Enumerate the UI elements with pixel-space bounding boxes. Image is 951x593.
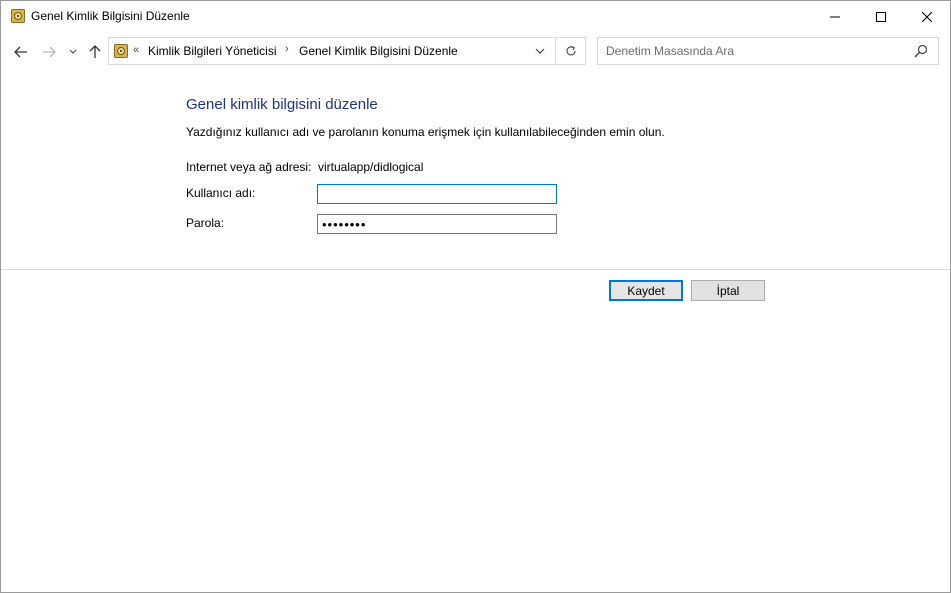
save-button[interactable]: Kaydet: [609, 280, 683, 301]
breadcrumb-overflow[interactable]: «: [133, 44, 139, 56]
password-label: Parola:: [186, 216, 225, 230]
page-description: Yazdığınız kullanıcı adı ve parolanın ko…: [186, 125, 665, 139]
username-label: Kullanıcı adı:: [186, 186, 256, 200]
search-input[interactable]: [598, 38, 906, 64]
arrow-left-icon: [14, 46, 27, 58]
close-icon: [922, 11, 932, 22]
minimize-button[interactable]: [812, 1, 858, 32]
search-icon[interactable]: [914, 44, 930, 60]
maximize-icon: [876, 11, 886, 22]
credential-vault-icon: [114, 44, 128, 58]
window-title: Genel Kimlik Bilgisini Düzenle: [31, 9, 190, 23]
search-box[interactable]: [597, 37, 939, 65]
username-field[interactable]: [317, 184, 557, 204]
address-value: virtualapp/didlogical: [318, 160, 424, 174]
minimize-icon: [830, 16, 840, 17]
breadcrumb-edit-credential[interactable]: Genel Kimlik Bilgisini Düzenle: [299, 44, 458, 58]
chevron-down-icon: [535, 48, 545, 54]
back-button[interactable]: [9, 40, 33, 64]
navigation-bar: « Kimlik Bilgileri Yöneticisi › Genel Ki…: [1, 32, 950, 72]
refresh-button[interactable]: [555, 38, 585, 64]
arrow-up-icon: [89, 45, 101, 58]
refresh-icon: [565, 45, 576, 56]
arrow-right-icon: [43, 46, 56, 58]
credential-edit-window: Genel Kimlik Bilgisini Düzenle « Kimlik …: [0, 0, 951, 593]
cancel-button[interactable]: İptal: [691, 280, 765, 301]
page-title: Genel kimlik bilgisini düzenle: [186, 96, 378, 113]
divider: [1, 269, 950, 270]
close-button[interactable]: [904, 1, 950, 32]
title-bar: Genel Kimlik Bilgisini Düzenle: [1, 1, 950, 32]
maximize-button[interactable]: [858, 1, 904, 32]
forward-button[interactable]: [37, 40, 61, 64]
address-label: Internet veya ağ adresi:: [186, 160, 312, 174]
breadcrumb-separator[interactable]: ›: [285, 43, 289, 55]
chevron-down-icon: [69, 49, 77, 54]
password-field[interactable]: [317, 214, 557, 234]
recent-locations-button[interactable]: [65, 40, 81, 64]
up-button[interactable]: [83, 40, 107, 64]
credential-vault-icon: [11, 9, 25, 23]
breadcrumb-credential-manager[interactable]: Kimlik Bilgileri Yöneticisi: [148, 44, 276, 58]
address-history-button[interactable]: [527, 38, 553, 64]
address-bar[interactable]: « Kimlik Bilgileri Yöneticisi › Genel Ki…: [108, 37, 586, 65]
